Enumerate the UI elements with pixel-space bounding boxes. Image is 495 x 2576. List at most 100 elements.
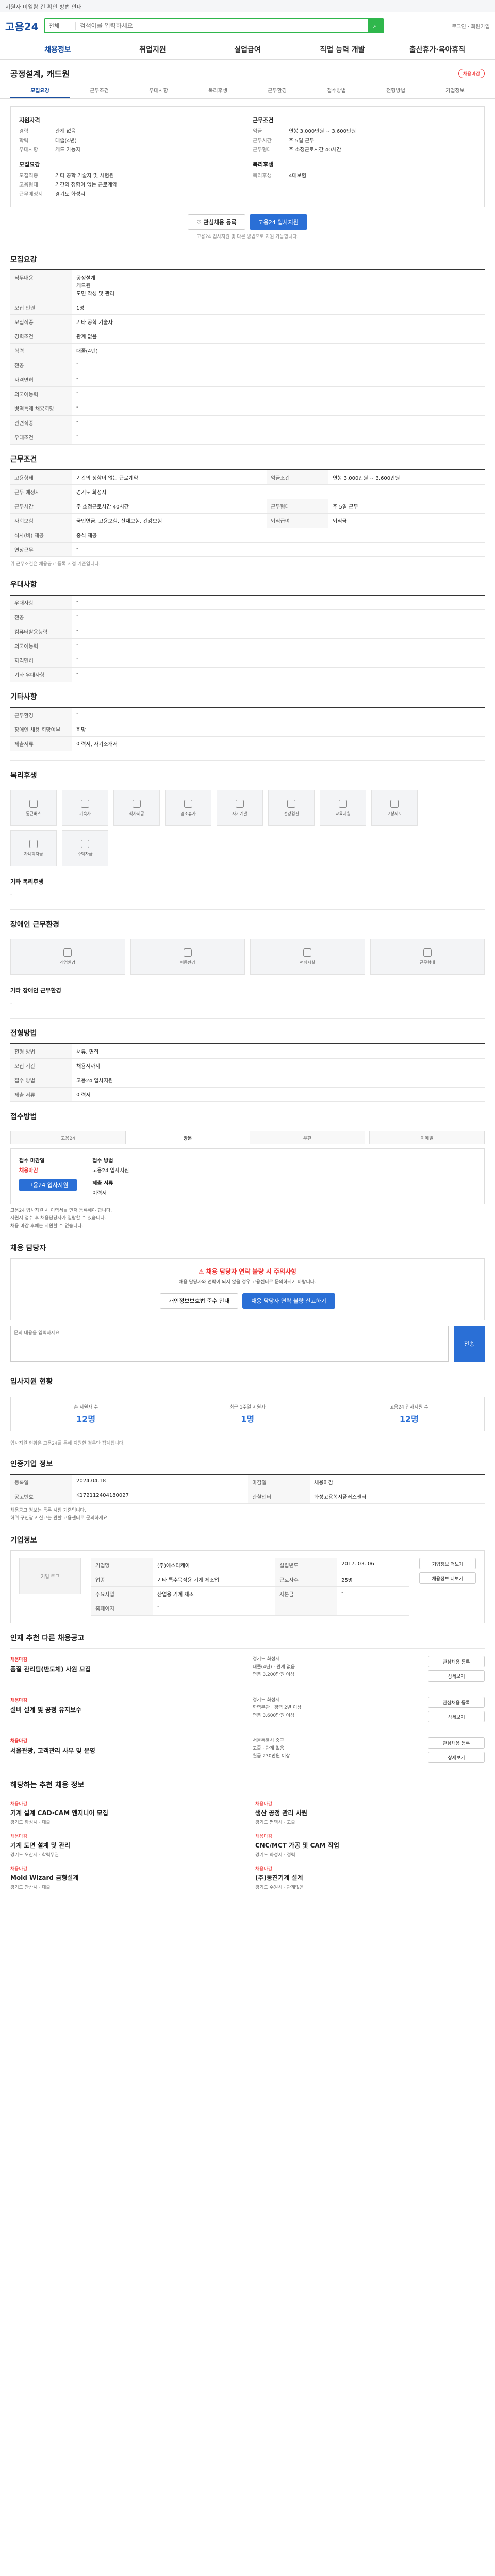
welfare-card: 통근버스 bbox=[10, 790, 57, 826]
list-item[interactable]: 채용마감 CNC/MCT 가공 및 CAM 작업 경기도 화성시 · 경력 bbox=[255, 1833, 485, 1858]
rec-save-button[interactable]: 관심채용 등록 bbox=[428, 1697, 485, 1708]
privacy-guide-button[interactable]: 개인정보보호법 준수 안내 bbox=[160, 1293, 239, 1309]
stat-row: 총 지원자 수 12명 최근 1주일 지원자 1명 고용24 입사지원 수 12명 bbox=[10, 1392, 485, 1436]
health-icon bbox=[287, 799, 295, 808]
list-item[interactable]: 채용마감 (주)동진기계 설계 경기도 수원시 · 관계없음 bbox=[255, 1865, 485, 1890]
stat-label: 최근 1주일 지원자 bbox=[229, 1405, 266, 1410]
wheelchair-icon bbox=[183, 948, 192, 957]
tab-recruit[interactable]: 모집요강 bbox=[10, 82, 70, 98]
rec-meta-line: 학력무관 · 경력 2년 이상 bbox=[253, 1705, 302, 1710]
more-title[interactable]: 생산 공정 관리 사원 bbox=[255, 1807, 485, 1819]
kv-key: 우대사항 bbox=[19, 147, 38, 153]
row-key: 사회보험 bbox=[10, 513, 72, 528]
more-title[interactable]: Mold Wizard 금형설계 bbox=[10, 1872, 240, 1884]
gear-icon bbox=[63, 948, 72, 957]
inquiry-textarea[interactable] bbox=[10, 1326, 449, 1362]
apply-button[interactable]: 고용24 입사지원 bbox=[249, 214, 307, 230]
more-title[interactable]: 기계 설계 CAD·CAM 엔지니어 모집 bbox=[10, 1807, 240, 1819]
list-item[interactable]: 채용마감 기계 설계 CAD·CAM 엔지니어 모집 경기도 화성시 · 대졸 bbox=[10, 1800, 240, 1825]
recommend-section: 인재 추천 다른 채용공고 채용마감 품질 관리팀(반도체) 사원 모집 경기도… bbox=[0, 1623, 495, 1770]
row-key: 기타 우대사항 bbox=[10, 667, 72, 682]
rec-save-button[interactable]: 관심채용 등록 bbox=[428, 1656, 485, 1667]
tab-method-visit[interactable]: 방문 bbox=[130, 1131, 245, 1144]
header-links[interactable]: 로그인 · 회원가입 bbox=[452, 22, 490, 30]
row-key: 자격면허 bbox=[10, 372, 72, 387]
row-key: 자본금 bbox=[275, 1586, 338, 1601]
row-value: 연봉 3,000만원 ~ 3,600만원 bbox=[328, 470, 485, 485]
meal-icon bbox=[133, 799, 141, 808]
list-item[interactable]: 채용마감 생산 공정 관리 사원 경기도 평택시 · 고졸 bbox=[255, 1800, 485, 1825]
welfare-label: 주택자금 bbox=[77, 851, 93, 856]
env-label: 편의시설 bbox=[300, 960, 315, 965]
search-input[interactable] bbox=[75, 19, 368, 32]
tab-method-email[interactable]: 이메일 bbox=[369, 1131, 485, 1144]
section-title: 입사지원 현황 bbox=[10, 1378, 53, 1386]
rec-title[interactable]: 설비 설계 및 공정 유지보수 bbox=[10, 1703, 242, 1716]
rec-meta: 경기도 화성시 대졸(4년) · 관계 없음 연봉 3,200만원 이상 bbox=[253, 1656, 407, 1682]
search-scope-select[interactable]: 전체 bbox=[45, 22, 76, 30]
rec-title[interactable]: 서울관광, 고객관리 사무 및 운영 bbox=[10, 1744, 242, 1757]
job-title: 공정설계, 캐드원 bbox=[10, 69, 70, 79]
history-note: 채용공고 정보는 등록 시점 기준입니다. bbox=[10, 1508, 86, 1513]
site-logo[interactable]: 고용24 bbox=[5, 19, 39, 33]
rec-actions: 관심채용 등록 상세보기 bbox=[418, 1697, 485, 1722]
tab-method-online[interactable]: 고용24 bbox=[10, 1131, 126, 1144]
rec-meta-line: 연봉 3,200만원 이상 bbox=[253, 1672, 295, 1677]
list-item[interactable]: 채용마감 설비 설계 및 공정 유지보수 경기도 화성시 학력무관 · 경력 2… bbox=[10, 1689, 485, 1730]
search-button[interactable]: ⌕ bbox=[367, 19, 383, 32]
gnb-item-training[interactable]: 직업 능력 개발 bbox=[295, 44, 390, 55]
more-title[interactable]: (주)동진기계 설계 bbox=[255, 1872, 485, 1884]
more-title[interactable]: CNC/MCT 가공 및 CAM 작업 bbox=[255, 1839, 485, 1851]
company-jobs-button[interactable]: 채용정보 더보기 bbox=[419, 1572, 476, 1584]
gnb-item-leave[interactable]: 출산휴가·육아휴직 bbox=[390, 44, 485, 55]
rec-status: 채용마감 bbox=[10, 1657, 28, 1663]
apply-online-button[interactable]: 고용24 입사지원 bbox=[19, 1179, 77, 1191]
tab-method-mail[interactable]: 우편 bbox=[250, 1131, 365, 1144]
company-info-button[interactable]: 기업정보 더보기 bbox=[419, 1558, 476, 1569]
list-item[interactable]: 채용마감 Mold Wizard 금형설계 경기도 안산시 · 대졸 bbox=[10, 1865, 240, 1890]
more-title[interactable]: 기계 도면 설계 및 관리 bbox=[10, 1839, 240, 1851]
notice-bar[interactable]: 지원자 미열람 건 확인 방법 안내 bbox=[0, 0, 495, 12]
rec-title[interactable]: 품질 관리팀(반도체) 사원 모집 bbox=[10, 1663, 242, 1675]
row-value: - bbox=[72, 372, 485, 387]
row-value: 희망 bbox=[72, 722, 485, 737]
tab-conditions[interactable]: 근무조건 bbox=[70, 82, 129, 98]
more-meta: 경기도 평택시 · 고졸 bbox=[255, 1820, 295, 1825]
row-key: 근무환경 bbox=[10, 707, 72, 722]
tab-welfare[interactable]: 복리후생 bbox=[188, 82, 248, 98]
tab-company[interactable]: 기업정보 bbox=[425, 82, 485, 98]
gnb-item-employment[interactable]: 취업지원 bbox=[105, 44, 200, 55]
tab-prefer[interactable]: 우대사항 bbox=[129, 82, 188, 98]
row-value: 고용24 입사지원 bbox=[72, 1073, 485, 1088]
rec-detail-button[interactable]: 상세보기 bbox=[428, 1752, 485, 1763]
tab-apply[interactable]: 접수방법 bbox=[307, 82, 366, 98]
company-box: 기업 로고 기업명 (주)에스티케이 설립년도 2017. 03. 06 업종 기타 특… bbox=[10, 1550, 485, 1623]
row-key: 공고번호 bbox=[10, 1489, 72, 1504]
list-item[interactable]: 채용마감 품질 관리팀(반도체) 사원 모집 경기도 화성시 대졸(4년) · … bbox=[10, 1648, 485, 1689]
rec-status: 채용마감 bbox=[10, 1698, 28, 1703]
row-value: (주)에스티케이 bbox=[153, 1558, 276, 1572]
tab-env[interactable]: 근무환경 bbox=[248, 82, 307, 98]
rec-detail-button[interactable]: 상세보기 bbox=[428, 1670, 485, 1682]
prefer-section: 우대사항 우대사항 - 전공 - 컴퓨터활용능력 - 외국어능력 - 자격면허 - 기타 … bbox=[0, 570, 495, 682]
send-button[interactable]: 전송 bbox=[454, 1326, 485, 1362]
rec-save-button[interactable]: 관심채용 등록 bbox=[428, 1737, 485, 1749]
gnb-item-jobs[interactable]: 채용정보 bbox=[10, 44, 105, 55]
list-item[interactable]: 채용마감 서울관광, 고객관리 사무 및 운영 서울특별시 중구 고졸 · 관계… bbox=[10, 1730, 485, 1770]
env-grid: 작업환경 이동환경 편의시설 근무형태 bbox=[10, 935, 485, 979]
rec-detail-button[interactable]: 상세보기 bbox=[428, 1711, 485, 1722]
save-interest-button[interactable]: ♡ 관심채용 등록 bbox=[188, 214, 245, 230]
section-title: 접수방법 bbox=[10, 1113, 37, 1121]
more-status: 채용마감 bbox=[255, 1834, 273, 1839]
job-desc: 공정설계 캐드원 도면 작성 및 관리 bbox=[72, 270, 485, 300]
welfare-section: 복리후생 통근버스 기숙사 식사제공 경조휴가 자기계발 건강검진 교육지원 포… bbox=[0, 761, 495, 910]
section-title: 모집요강 bbox=[10, 256, 37, 264]
report-button[interactable]: 채용 담당자 연락 불량 신고하기 bbox=[242, 1293, 335, 1309]
more-section: 해당하는 추천 채용 정보 채용마감 기계 설계 CAD·CAM 엔지니어 모집 경… bbox=[0, 1770, 495, 1901]
gnb-item-benefits[interactable]: 실업급여 bbox=[200, 44, 295, 55]
tab-selection[interactable]: 전형방법 bbox=[366, 82, 425, 98]
list-item[interactable]: 채용마감 기계 도면 설계 및 관리 경기도 오산시 · 학력무관 bbox=[10, 1833, 240, 1858]
more-status: 채용마감 bbox=[255, 1867, 273, 1872]
apply-note: 고용24 입사지원 시 이력서를 먼저 등록해야 합니다. bbox=[10, 1208, 112, 1213]
extra-table: 근무환경 - 장애인 채용 희망여부 희망 제출서류 이력서, 자기소개서 bbox=[10, 707, 485, 751]
